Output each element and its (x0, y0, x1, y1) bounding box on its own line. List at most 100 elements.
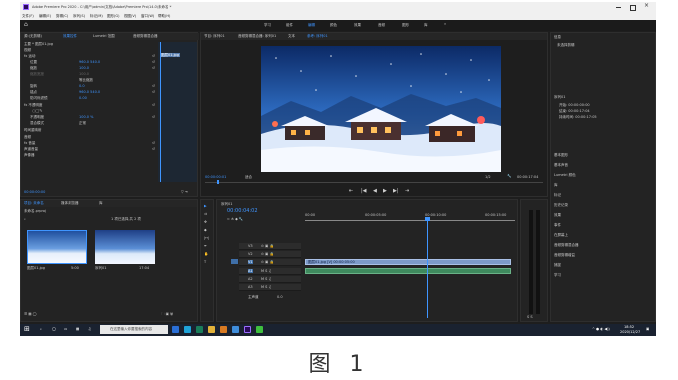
panel-item[interactable]: 库 (554, 183, 558, 187)
tab-audio-mixer[interactable]: 音频剪辑混合器: 序列01 (238, 34, 276, 38)
thumbnail-item[interactable] (95, 230, 155, 264)
menu-item[interactable]: 窗口(W) (141, 14, 154, 18)
taskbar-app-icon[interactable] (232, 326, 239, 333)
panel-item[interactable]: 基本声音 (554, 163, 568, 167)
workspace-tab[interactable]: 音频 (378, 23, 385, 27)
menu-item[interactable]: 编辑(E) (39, 14, 51, 18)
quality-select[interactable]: 1/2 (485, 175, 491, 179)
tab-text[interactable]: 文本 (288, 34, 295, 38)
effect-value[interactable]: 100.0 (79, 72, 89, 76)
thumbnail-item[interactable] (27, 230, 87, 264)
workspace-tab-active[interactable]: 编辑 (308, 23, 315, 27)
notification-icon[interactable]: ▣ (646, 327, 649, 331)
menu-item[interactable]: 帮助(H) (158, 14, 170, 18)
taskbar-icon[interactable]: ♫ (88, 327, 91, 331)
menu-item[interactable]: 标记(M) (90, 14, 103, 18)
blend-mode-select[interactable]: 正常 (79, 121, 86, 125)
task-view-icon[interactable]: ◯ (52, 327, 56, 331)
timeline-playhead[interactable] (427, 218, 428, 318)
minimize-icon[interactable] (616, 7, 621, 8)
reset-icon[interactable]: ↺ (152, 66, 155, 70)
panel-item[interactable]: 音频剪辑混合器 (554, 243, 579, 247)
search-icon[interactable]: ⌕ (24, 217, 26, 221)
effect-value[interactable]: 0.00 (79, 96, 87, 100)
effect-value[interactable]: 960.0 540.0 (79, 60, 100, 64)
source-v1[interactable] (231, 259, 238, 264)
close-icon[interactable]: × (644, 3, 649, 9)
keyframe-area[interactable] (158, 42, 197, 182)
effect-value[interactable]: 100.0 (79, 66, 89, 70)
tab-project[interactable]: 项目: 未命名 (24, 201, 44, 205)
clock-date[interactable]: 2020/12/27 (620, 330, 640, 334)
workspace-tab[interactable]: 库 (424, 23, 428, 27)
hand-icon[interactable]: ✋ (204, 252, 208, 256)
reset-icon[interactable]: ↺ (152, 103, 155, 107)
effect-row[interactable]: 时间重映射 (24, 128, 42, 133)
slip-icon[interactable]: |↔| (204, 236, 209, 240)
home-icon[interactable]: ⌂ (24, 22, 30, 28)
reset-icon[interactable]: ↺ (152, 115, 155, 119)
ripple-edit-icon[interactable]: ✥ (204, 220, 207, 224)
program-timecode[interactable]: 00:00:00:01 (205, 175, 226, 179)
effect-timecode[interactable]: 00:00:00:00 (24, 190, 45, 194)
razor-icon[interactable]: ◆ (204, 228, 207, 232)
taskbar-app-icon[interactable] (220, 326, 227, 333)
effect-playhead[interactable] (160, 42, 161, 182)
effect-row[interactable]: fx 运动 (24, 54, 35, 59)
search-icon[interactable]: ⌕ (40, 327, 42, 331)
effect-value[interactable]: 0.0 (79, 84, 85, 88)
effect-row[interactable]: fx 音量 (24, 141, 35, 146)
taskbar-icon[interactable]: ▭ (64, 327, 67, 331)
taskbar-app-icon[interactable] (256, 326, 263, 333)
premiere-taskbar-icon[interactable] (244, 326, 251, 333)
tab-source[interactable]: 源:(无剪辑) (24, 34, 42, 38)
solo-icon[interactable]: S S (527, 315, 533, 319)
tab-reference[interactable]: 参考: 序列01 (307, 34, 328, 38)
workspace-tab[interactable]: 效果 (354, 23, 361, 27)
track-label[interactable]: A3 (248, 285, 253, 289)
tab-media-browser[interactable]: 媒体浏览器 (61, 201, 79, 205)
timeline-tab[interactable]: 序列01 (221, 202, 232, 206)
taskbar-search-box[interactable]: 在这里输入你要搜索的内容 (100, 325, 168, 334)
windows-start-icon[interactable]: ⊞ (24, 326, 31, 333)
reset-icon[interactable]: ↺ (152, 60, 155, 64)
panel-item[interactable]: 学习 (554, 273, 561, 277)
tab-library[interactable]: 库 (99, 201, 103, 205)
effect-value[interactable]: 100.0 % (79, 115, 93, 119)
panel-item[interactable]: 捕捉 (554, 263, 561, 267)
tab-audio-mixer[interactable]: 音频剪辑混合器 (133, 34, 158, 38)
wrench-icon[interactable]: 🔧 (507, 174, 511, 178)
track-label[interactable]: V2 (248, 252, 253, 256)
type-icon[interactable]: T (204, 260, 206, 264)
track-label[interactable]: V3 (248, 244, 253, 248)
effect-row[interactable]: 声道音量 (24, 147, 38, 152)
workspace-tab[interactable]: 图形 (402, 23, 409, 27)
audio-clip[interactable] (305, 268, 511, 274)
tab-effect-controls[interactable]: 效果控件 (63, 34, 77, 38)
filter-icon[interactable]: ▽ ⇥ (181, 190, 188, 194)
taskbar-app-icon[interactable] (172, 326, 179, 333)
workspace-tab[interactable]: 学习 (264, 23, 271, 27)
play-icon[interactable]: ▶ (383, 188, 387, 194)
work-area-bar[interactable] (305, 220, 515, 221)
panel-item[interactable]: 效果 (554, 213, 561, 217)
reset-icon[interactable]: ↺ (152, 90, 155, 94)
tray-icons[interactable]: ^ ● ◐ ◀)) (592, 327, 610, 331)
program-playhead[interactable] (217, 180, 219, 184)
frame-forward-icon[interactable]: ▶| (393, 188, 399, 194)
track-select-icon[interactable]: ⇉ (204, 212, 207, 216)
source-header[interactable]: 主要 * 图层01.jpg (24, 42, 53, 46)
menu-item[interactable]: 文件(F) (22, 14, 34, 18)
track-toggle-icons[interactable]: ⊙ ▣ 🔒 (261, 252, 274, 256)
fit-select[interactable]: 适合 (245, 175, 252, 179)
frame-back-icon[interactable]: ◀ (373, 188, 377, 194)
panel-item[interactable]: Lumetri 颜色 (554, 173, 576, 177)
taskbar-icon[interactable]: ▦ (76, 327, 79, 331)
workspace-tab[interactable]: 组件 (286, 23, 293, 27)
effect-row[interactable]: 声像器 (24, 153, 35, 158)
maximize-icon[interactable] (630, 5, 636, 11)
mark-out-icon[interactable]: ⇥ (405, 188, 409, 194)
selection-tool-icon[interactable]: ▶ (204, 204, 207, 208)
taskbar-app-icon[interactable] (184, 326, 191, 333)
more-icon[interactable]: » (444, 22, 446, 26)
